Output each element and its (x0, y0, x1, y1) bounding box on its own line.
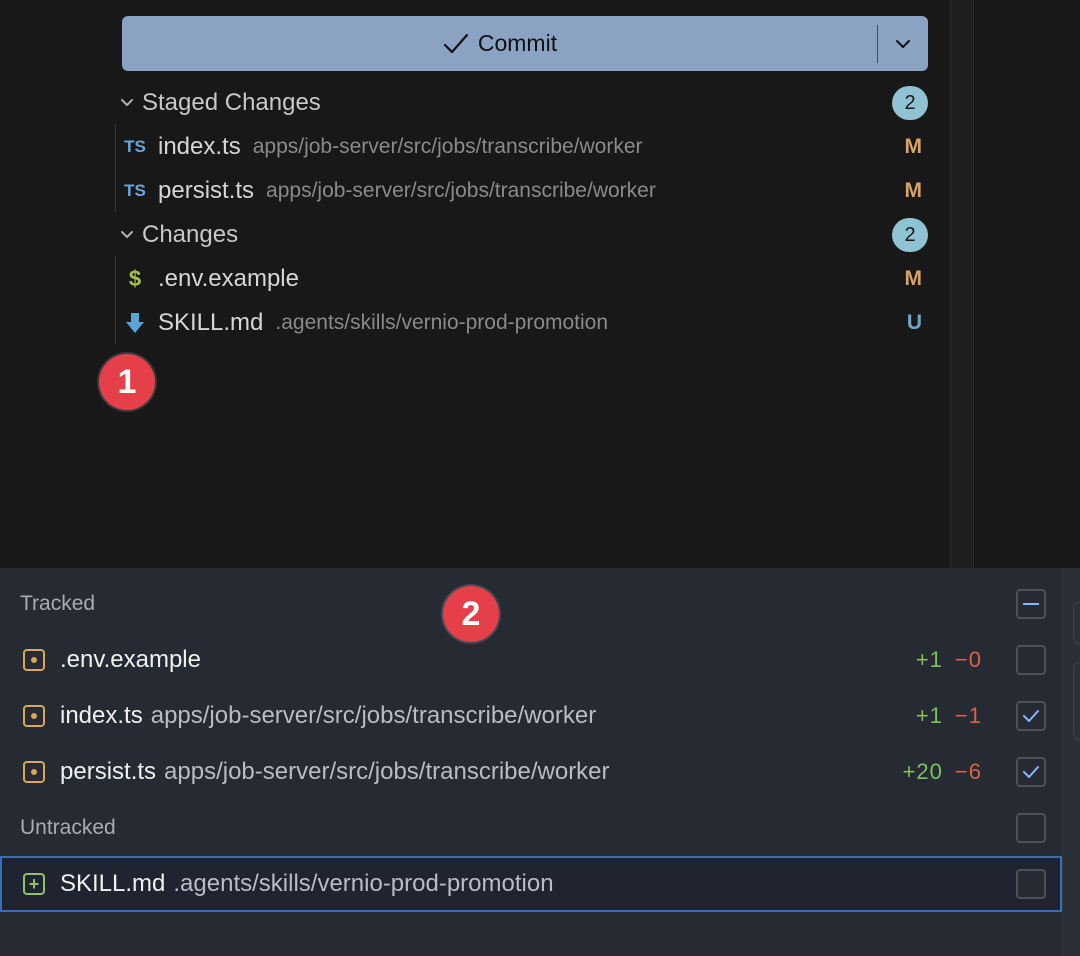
staged-changes-title: Staged Changes (142, 89, 321, 116)
line-delta: +1 −0 (916, 647, 982, 673)
tracked-label: Tracked (20, 592, 96, 615)
file-name: SKILL.md (158, 309, 264, 336)
untracked-file-label: SKILL.md .agents/skills/vernio-prod-promo… (60, 870, 554, 898)
lines-added: +1 (915, 647, 943, 672)
untracked-file-row[interactable]: + SKILL.md .agents/skills/vernio-prod-pro… (0, 856, 1062, 912)
file-checkbox[interactable] (1016, 757, 1046, 787)
changes-header[interactable]: Changes 2 (112, 215, 928, 255)
commit-files-panel: Tracked 2 .env.example +1 −0 index.ts apps… (0, 568, 1080, 956)
lines-removed: −0 (954, 647, 982, 672)
file-name: index.ts (60, 702, 143, 729)
line-delta: +1 −1 (916, 703, 982, 729)
tree-indent-guide (115, 124, 116, 212)
file-status: M (904, 135, 923, 158)
staged-file-row[interactable]: TS persist.ts apps/job-server/src/jobs/t… (118, 169, 928, 213)
annotation-marker-1: 1 (99, 354, 155, 410)
staged-count-badge: 2 (892, 86, 928, 120)
commit-button[interactable]: Commit (122, 16, 928, 71)
commit-main-action[interactable]: Commit (122, 16, 877, 71)
modified-file-icon (23, 705, 45, 727)
file-name: persist.ts (60, 758, 157, 785)
untracked-label: Untracked (20, 816, 116, 839)
file-path: apps/job-server/src/jobs/transcribe/work… (252, 135, 643, 158)
chevron-down-icon (112, 97, 142, 109)
tracked-file-label: index.ts apps/job-server/src/jobs/transcr… (60, 702, 596, 730)
commit-label: Commit (477, 30, 558, 56)
tree-indent-guide (115, 256, 116, 344)
file-name: SKILL.md (60, 870, 166, 897)
file-path: apps/job-server/src/jobs/transcribe/work… (150, 702, 597, 729)
chevron-down-icon (112, 229, 142, 241)
check-icon (443, 33, 468, 53)
panel-divider (950, 0, 974, 568)
tracked-file-row[interactable]: .env.example +1 −0 (0, 634, 1062, 686)
changes-count-badge: 2 (892, 218, 928, 252)
file-status: M (904, 179, 923, 202)
tracked-file-row[interactable]: persist.ts apps/job-server/src/jobs/trans… (0, 746, 1062, 798)
changes-file-row[interactable]: $ .env.example M (118, 257, 928, 301)
line-delta: +20 −6 (903, 759, 982, 785)
chevron-down-icon (896, 39, 910, 48)
file-name: index.ts (158, 133, 241, 160)
changes-file-row[interactable]: SKILL.md .agents/skills/vernio-prod-prom… (118, 301, 928, 345)
lines-removed: −6 (954, 759, 982, 784)
changes-title: Changes (142, 221, 239, 248)
file-checkbox[interactable] (1016, 869, 1046, 899)
source-control-panel: Commit Staged Changes 2 TS index.ts apps… (0, 0, 1080, 568)
typescript-file-icon: TS (124, 137, 146, 156)
file-name: .env.example (60, 646, 201, 673)
file-name: .env.example (158, 265, 299, 292)
file-checkbox[interactable] (1016, 645, 1046, 675)
tracked-file-label: .env.example (60, 646, 201, 674)
scrollbar[interactable] (1062, 568, 1080, 956)
typescript-file-icon: TS (124, 181, 146, 200)
file-path: .agents/skills/vernio-prod-promotion (173, 870, 554, 897)
scrollbar-notch (1073, 602, 1080, 644)
file-path: apps/job-server/src/jobs/transcribe/work… (164, 758, 610, 785)
untracked-select-all-checkbox[interactable] (1016, 813, 1046, 843)
download-arrow-icon (118, 311, 152, 335)
commit-dropdown-button[interactable] (878, 16, 928, 71)
lines-added: +1 (915, 703, 943, 728)
app-root: Commit Staged Changes 2 TS index.ts apps… (0, 0, 1080, 956)
tracked-file-label: persist.ts apps/job-server/src/jobs/trans… (60, 758, 610, 786)
check-icon (1023, 766, 1039, 778)
staged-changes-header[interactable]: Staged Changes 2 (112, 83, 928, 123)
tracked-file-row[interactable]: index.ts apps/job-server/src/jobs/transcr… (0, 690, 1062, 742)
added-file-icon: + (23, 873, 45, 895)
modified-file-icon (23, 649, 45, 671)
lines-removed: −1 (954, 703, 982, 728)
file-name: persist.ts (158, 177, 255, 204)
file-status: M (904, 267, 923, 290)
file-path: apps/job-server/src/jobs/transcribe/work… (266, 179, 656, 202)
scrollbar-notch (1073, 662, 1080, 740)
env-file-icon: $ (128, 266, 142, 291)
file-path: .agents/skills/vernio-prod-promotion (275, 311, 609, 334)
check-icon (1023, 710, 1039, 722)
modified-file-icon (23, 761, 45, 783)
file-status: U (906, 311, 922, 334)
staged-file-row[interactable]: TS index.ts apps/job-server/src/jobs/tra… (118, 125, 928, 169)
minus-icon (1023, 603, 1039, 605)
file-checkbox[interactable] (1016, 701, 1046, 731)
tracked-select-all-checkbox[interactable] (1016, 589, 1046, 619)
lines-added: +20 (902, 759, 943, 784)
